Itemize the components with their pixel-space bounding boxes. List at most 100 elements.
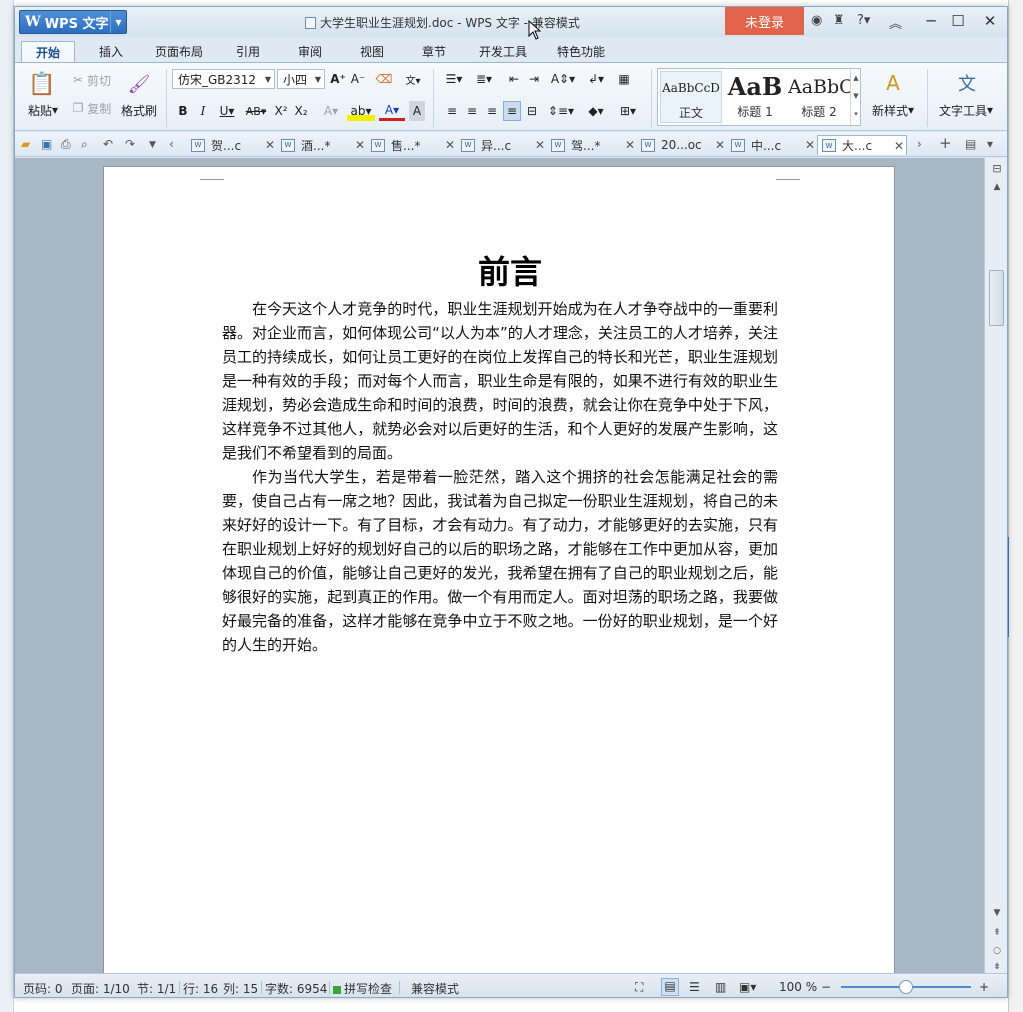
status-word-count[interactable]: 字数: 6954 [265, 980, 327, 997]
doc-tab[interactable]: W 异...c ✕ [457, 135, 547, 155]
doc-tab[interactable]: W 贺...c ✕ [187, 135, 277, 155]
new-style-icon[interactable]: A [873, 69, 913, 97]
shrink-font-icon[interactable]: A⁻ [349, 69, 367, 89]
distributed-icon[interactable]: ⊟ [523, 101, 541, 121]
save-icon[interactable]: ▣ [41, 137, 52, 151]
print-preview-icon[interactable]: ⌕ [81, 137, 88, 152]
tab-page-layout[interactable]: 页面布局 [147, 41, 211, 62]
login-button[interactable]: 未登录 [725, 7, 804, 35]
close-icon[interactable]: ✕ [894, 139, 904, 153]
document-area[interactable]: 前言 在今天这个人才竞争的时代，职业生涯规划开始成为在人才争夺战中的一重要利器。… [15, 158, 984, 973]
shirt-icon[interactable]: ♜ [833, 13, 845, 28]
doc-tab[interactable]: W 酒...* ✕ [277, 135, 367, 155]
vertical-scrollbar[interactable]: ⊟ ▲ ▼ ⇞ ○ ⇟ [984, 158, 1007, 973]
close-icon[interactable]: ✕ [445, 138, 455, 152]
status-col[interactable]: 列: 15 [223, 980, 258, 997]
ruler-toggle-icon[interactable]: ⊟ [990, 162, 1004, 175]
customize-qat-icon[interactable]: ▼ [149, 140, 156, 150]
spell-check-button[interactable]: 拼写检查 [333, 980, 392, 997]
scroll-down-icon[interactable]: ▼ [990, 908, 1004, 918]
doc-tab[interactable]: W 中...c ✕ [727, 135, 817, 155]
text-tools-button[interactable]: 文字工具 ▾ [933, 101, 999, 119]
bold-icon[interactable]: B [175, 101, 191, 121]
next-page-icon[interactable]: ⇟ [990, 962, 1004, 972]
tab-chapter[interactable]: 章节 [407, 41, 461, 62]
browse-object-icon[interactable]: ○ [990, 946, 1004, 956]
strikethrough-icon[interactable]: AB▾ [243, 101, 269, 121]
doc-tab[interactable]: W 驾...* ✕ [547, 135, 637, 155]
doc-tab[interactable]: W 售...* ✕ [367, 135, 457, 155]
text-direction-icon[interactable]: A⇕▾ [549, 69, 577, 89]
tab-special-features[interactable]: 特色功能 [547, 41, 615, 62]
print-icon[interactable]: ⎙ [61, 137, 71, 152]
close-button[interactable]: ✕ [978, 11, 1002, 31]
reading-view-icon[interactable]: ▣▾ [739, 980, 756, 994]
app-menu-button[interactable]: W WPS 文字 ▼ [19, 10, 127, 34]
align-right-icon[interactable]: ≡ [483, 101, 501, 121]
paragraph-mark-icon[interactable]: ↲▾ [583, 69, 609, 89]
tabs-scroll-left-icon[interactable]: ‹ [169, 137, 174, 151]
doc-tab[interactable]: W 20...oc ✕ [637, 135, 727, 155]
tab-menu-icon[interactable]: ▾ [987, 137, 993, 151]
font-name-select[interactable]: 仿宋_GB2312 ▼ [172, 69, 275, 89]
undo-icon[interactable]: ↶ [103, 137, 113, 151]
close-icon[interactable]: ✕ [625, 138, 635, 152]
tab-home[interactable]: 开始 [21, 41, 75, 62]
help-icon[interactable]: ?▾ [857, 13, 870, 28]
status-row[interactable]: 行: 16 [183, 980, 218, 997]
subscript-icon[interactable]: X₂ [293, 101, 309, 121]
full-screen-icon[interactable]: ⛶ [635, 980, 643, 995]
borders-icon[interactable]: ⊞▾ [615, 101, 641, 121]
text-effect-icon[interactable]: A▾ [319, 101, 343, 121]
zoom-slider-thumb[interactable] [899, 980, 913, 994]
outline-view-icon[interactable]: ☰ [689, 980, 700, 994]
tab-references[interactable]: 引用 [221, 41, 275, 62]
previous-page-icon[interactable]: ⇞ [990, 928, 1004, 938]
copy-button[interactable]: ❐ 复制 [67, 99, 117, 117]
table-icon[interactable]: ▦ [615, 69, 633, 89]
zoom-out-icon[interactable]: − [821, 980, 831, 994]
tabs-scroll-right-icon[interactable]: › [917, 137, 922, 151]
tab-developer[interactable]: 开发工具 [469, 41, 537, 62]
grow-font-icon[interactable]: A⁺ [329, 69, 347, 89]
close-icon[interactable]: ✕ [535, 138, 545, 152]
scroll-up-icon[interactable]: ▲ [990, 182, 1004, 192]
shading-icon[interactable]: ◆▾ [583, 101, 609, 121]
style-heading-2[interactable]: AaBbC 标题 2 [788, 71, 850, 123]
line-spacing-icon[interactable]: ⇕≡▾ [547, 101, 575, 121]
style-heading-1[interactable]: AaB 标题 1 [724, 71, 786, 123]
align-center-icon[interactable]: ≡ [463, 101, 481, 121]
skin-icon[interactable]: ◉ [811, 13, 822, 28]
close-icon[interactable]: ✕ [355, 138, 365, 152]
clear-format-icon[interactable]: ⌫ [375, 69, 393, 89]
style-gallery-scroll[interactable]: ▲ ▼ ▾ [850, 69, 861, 125]
web-view-icon[interactable]: ▥ [715, 980, 726, 994]
superscript-icon[interactable]: X² [273, 101, 289, 121]
zoom-in-icon[interactable]: + [979, 980, 989, 994]
doc-tab-active[interactable]: W 大...c ✕ [817, 135, 907, 155]
bullet-list-icon[interactable]: ☰▾ [441, 69, 467, 89]
format-painter-button[interactable]: 格式刷 [117, 101, 161, 119]
minimize-button[interactable]: ─ [919, 11, 943, 31]
cut-button[interactable]: ✂ 剪切 [67, 71, 117, 89]
zoom-level[interactable]: 100 % [779, 980, 817, 994]
collapse-ribbon-icon[interactable]: ︽ [889, 13, 902, 32]
scroll-thumb[interactable] [989, 270, 1004, 326]
numbered-list-icon[interactable]: ≣▾ [471, 69, 497, 89]
align-left-icon[interactable]: ≡ [443, 101, 461, 121]
status-page[interactable]: 页面: 1/10 [71, 980, 130, 997]
increase-indent-icon[interactable]: ⇥ [525, 69, 543, 89]
font-color-icon[interactable]: A▾ [379, 101, 405, 121]
highlight-icon[interactable]: ab▾ [347, 101, 375, 121]
style-normal[interactable]: AaBbCcD 正文 [660, 71, 722, 123]
decrease-indent-icon[interactable]: ⇤ [505, 69, 523, 89]
justify-icon[interactable]: ≡ [503, 101, 521, 121]
maximize-button[interactable]: ☐ [946, 11, 970, 31]
open-icon[interactable]: ▰ [21, 137, 30, 151]
document-page[interactable]: 前言 在今天这个人才竞争的时代，职业生涯规划开始成为在人才争夺战中的一重要利器。… [103, 166, 895, 973]
close-icon[interactable]: ✕ [265, 138, 275, 152]
tab-insert[interactable]: 插入 [81, 41, 141, 62]
tab-list-icon[interactable]: ▤ [965, 137, 976, 151]
status-section[interactable]: 节: 1/1 [137, 980, 176, 997]
tab-view[interactable]: 视图 [345, 41, 399, 62]
